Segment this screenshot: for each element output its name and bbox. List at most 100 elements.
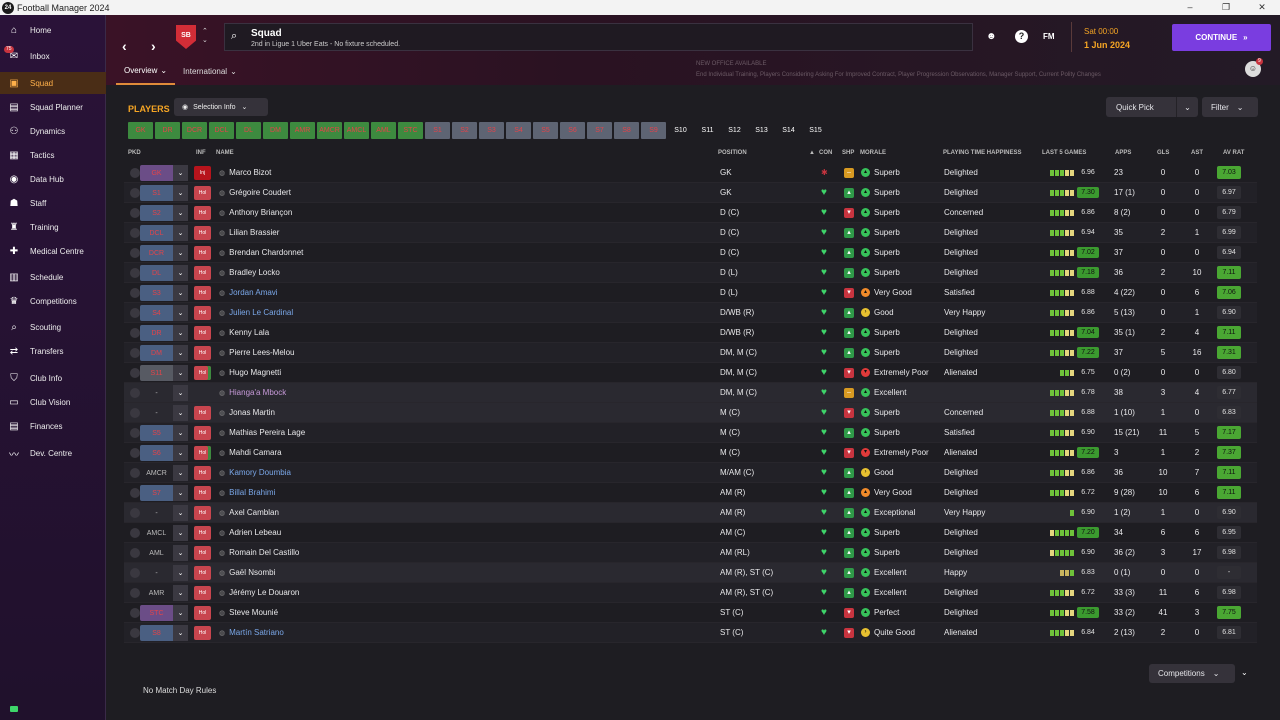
player-name[interactable]: ◍ Mathias Pereira Lage (219, 428, 305, 437)
chevron-down-icon[interactable]: ⌄ (173, 345, 188, 361)
pick-checkbox[interactable] (130, 228, 140, 238)
player-name[interactable]: ◍ Steve Mounié (219, 608, 278, 617)
pick-checkbox[interactable] (130, 308, 140, 318)
tab-overview[interactable]: Overview ⌄ (116, 58, 176, 85)
continue-button[interactable]: CONTINUE » (1172, 24, 1271, 51)
player-name[interactable]: ◍ Romain Del Castillo (219, 548, 299, 557)
table-row[interactable]: DM ⌄ Hol ◍ Pierre Lees-Melou DM, M (C) ♥ ▴ ▴ Supe… (124, 343, 1257, 363)
pick-checkbox[interactable] (130, 488, 140, 498)
position-chip-amcr[interactable]: AMCR (317, 122, 342, 139)
player-name[interactable]: ◍ Jérémy Le Douaron (219, 588, 299, 597)
maximize-button[interactable]: ❐ (1208, 0, 1244, 15)
sidebar-item-dynamics[interactable]: ⚇ Dynamics (0, 120, 106, 142)
picked-position[interactable]: DCR (140, 245, 173, 261)
player-name[interactable]: ◍ Kenny Lala (219, 328, 269, 337)
player-name[interactable]: ◍ Bradley Locko (219, 268, 280, 277)
chevron-down-icon[interactable]: ⌄ (173, 165, 188, 181)
position-chip-amr[interactable]: AMR (290, 122, 315, 139)
position-chip-s2[interactable]: S2 (452, 122, 477, 139)
position-chip-s11[interactable]: S11 (695, 122, 720, 139)
table-row[interactable]: - ⌄ ◍ Hianga'a Mbock DM, M (C) ♥ – ▴ Excellent 6.… (124, 383, 1257, 403)
table-row[interactable]: S2 ⌄ Hol ◍ Anthony Briançon D (C) ♥ ▾ ▴ Superb Con… (124, 203, 1257, 223)
picked-position[interactable]: S4 (140, 305, 173, 321)
position-chip-s6[interactable]: S6 (560, 122, 585, 139)
picked-position[interactable]: S7 (140, 485, 173, 501)
player-name[interactable]: ◍ Grégoire Coudert (219, 188, 291, 197)
screen-title-bar[interactable]: ⌕ Squad 2nd in Ligue 1 Uber Eats - No fi… (224, 23, 973, 51)
picked-position[interactable]: S2 (140, 205, 173, 221)
sidebar-item-scouting[interactable]: ⌕ Scouting (0, 316, 106, 338)
picked-position[interactable]: AMR (140, 585, 173, 601)
position-chip-s5[interactable]: S5 (533, 122, 558, 139)
position-chip-s7[interactable]: S7 (587, 122, 612, 139)
chevron-down-icon[interactable]: ⌄ (1176, 97, 1198, 117)
news-ticker[interactable]: NEW OFFICE AVAILABLE End Individual Trai… (696, 59, 1101, 81)
table-row[interactable]: DCR ⌄ Hol ◍ Brendan Chardonnet D (C) ♥ ▴ ▴ Superb… (124, 243, 1257, 263)
chevron-down-icon[interactable]: ⌄ (173, 185, 188, 201)
player-name[interactable]: ◍ Jonas Martin (219, 408, 275, 417)
pick-checkbox[interactable] (130, 588, 140, 598)
chevron-down-icon[interactable]: ⌄ (173, 205, 188, 221)
col-morale[interactable]: MORALE (860, 150, 886, 156)
info-badge[interactable]: Hol (194, 326, 211, 340)
tab-international[interactable]: International ⌄ (175, 58, 245, 85)
col-last5[interactable]: LAST 5 GAMES (1042, 150, 1086, 156)
sidebar-item-home[interactable]: ⌂ Home (0, 19, 106, 41)
position-chip-dr[interactable]: DR (155, 122, 180, 139)
chevron-down-icon[interactable]: ⌄ (173, 605, 188, 621)
pick-checkbox[interactable] (130, 608, 140, 618)
sidebar-item-medical-centre[interactable]: ✚ Medical Centre (0, 240, 106, 262)
info-badge[interactable]: Hol (194, 226, 211, 240)
player-name[interactable]: ◍ Lilian Brassier (219, 228, 279, 237)
player-name[interactable]: ◍ Pierre Lees-Melou (219, 348, 294, 357)
picked-position[interactable]: AML (140, 545, 173, 561)
col-con[interactable]: CON (819, 150, 832, 156)
position-chip-amcl[interactable]: AMCL (344, 122, 369, 139)
pick-checkbox[interactable] (130, 248, 140, 258)
pick-checkbox[interactable] (130, 268, 140, 278)
position-chip-dm[interactable]: DM (263, 122, 288, 139)
col-ast[interactable]: AST (1191, 150, 1203, 156)
col-pkd[interactable]: PKD (128, 150, 141, 156)
player-name[interactable]: ◍ Julien Le Cardinal (219, 308, 293, 317)
position-chip-dcr[interactable]: DCR (182, 122, 207, 139)
back-arrow-icon[interactable]: ‹ (122, 38, 127, 54)
info-badge[interactable]: Hol (194, 606, 211, 620)
table-row[interactable]: AMR ⌄ Hol ◍ Jérémy Le Douaron AM (R), ST (C) ♥… (124, 583, 1257, 603)
table-row[interactable]: - ⌄ Hol ◍ Gaël Nsombi AM (R), ST (C) ♥ ▴ ▴ Excell… (124, 563, 1257, 583)
picked-position[interactable]: S6 (140, 445, 173, 461)
info-badge[interactable]: Hol (194, 306, 211, 320)
pick-checkbox[interactable] (130, 168, 140, 178)
info-badge[interactable]: Hol (194, 186, 211, 200)
selection-info-button[interactable]: ◉ Selection Info ⌄ (174, 98, 268, 116)
table-row[interactable]: S4 ⌄ Hol ◍ Julien Le Cardinal D/WB (R) ♥ ▴ › Good… (124, 303, 1257, 323)
table-row[interactable]: DL ⌄ Hol ◍ Bradley Locko D (L) ♥ ▴ ▴ Superb Deligh… (124, 263, 1257, 283)
minimize-button[interactable]: – (1172, 0, 1208, 15)
chevron-down-icon[interactable]: ⌄ (173, 365, 188, 381)
player-name[interactable]: ◍ Billal Brahimi (219, 488, 275, 497)
sidebar-item-training[interactable]: ♜ Training (0, 216, 106, 238)
table-row[interactable]: S3 ⌄ Hol ◍ Jordan Amavi D (L) ♥ ▾ ▴ Very Good Sati… (124, 283, 1257, 303)
player-name[interactable]: ◍ Brendan Chardonnet (219, 248, 303, 257)
pick-checkbox[interactable] (130, 628, 140, 638)
player-name[interactable]: ◍ Anthony Briançon (219, 208, 292, 217)
player-name[interactable]: ◍ Kamory Doumbia (219, 468, 291, 477)
avatar[interactable]: ☺ 9 (1245, 58, 1263, 77)
info-badge[interactable]: Hol (194, 586, 211, 600)
chevron-down-icon[interactable]: ⌄ (173, 505, 188, 521)
position-chip-s1[interactable]: S1 (425, 122, 450, 139)
position-chip-s14[interactable]: S14 (776, 122, 801, 139)
pick-checkbox[interactable] (130, 508, 140, 518)
picked-position[interactable]: - (140, 385, 173, 401)
chevron-down-icon[interactable]: ⌄ (173, 525, 188, 541)
position-chip-s4[interactable]: S4 (506, 122, 531, 139)
pick-checkbox[interactable] (130, 348, 140, 358)
sidebar-item-schedule[interactable]: ▥ Schedule (0, 266, 106, 288)
picked-position[interactable]: - (140, 505, 173, 521)
chevron-down-icon[interactable]: ⌄ (173, 225, 188, 241)
position-chip-dl[interactable]: DL (236, 122, 261, 139)
info-badge[interactable]: Hol (194, 526, 211, 540)
position-chip-s8[interactable]: S8 (614, 122, 639, 139)
sidebar-item-inbox[interactable]: ✉ Inbox 75 (0, 45, 106, 67)
info-badge[interactable]: Hol (194, 406, 211, 420)
